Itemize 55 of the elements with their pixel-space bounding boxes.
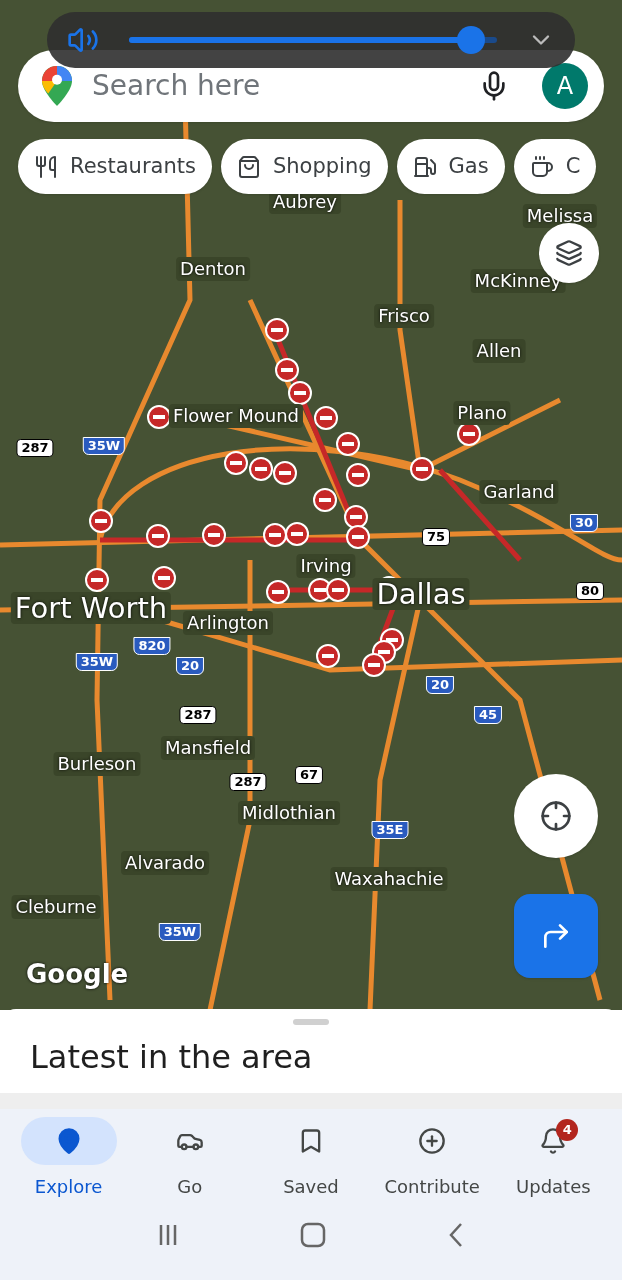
city-label: Denton bbox=[176, 257, 250, 281]
notification-badge: 4 bbox=[556, 1119, 579, 1141]
highway-shield: 45 bbox=[473, 706, 503, 724]
nav-tab[interactable]: Explore bbox=[8, 1117, 129, 1200]
directions-button[interactable] bbox=[514, 894, 598, 978]
city-label: Burleson bbox=[53, 752, 141, 776]
search-field[interactable]: Search here bbox=[92, 65, 478, 107]
city-label: Cleburne bbox=[11, 895, 101, 919]
highway-shield: 30 bbox=[569, 514, 599, 532]
highway-shield: 20 bbox=[425, 676, 455, 694]
city-label: Plano bbox=[453, 401, 511, 425]
highway-shield: 67 bbox=[294, 766, 324, 784]
category-chip[interactable]: Shopping bbox=[220, 139, 388, 194]
map-pin-logo-icon bbox=[42, 66, 72, 106]
city-label: Melissa bbox=[522, 204, 598, 228]
account-avatar[interactable]: A bbox=[542, 63, 588, 109]
highway-shield: 75 bbox=[421, 528, 451, 546]
home-icon[interactable] bbox=[300, 1222, 326, 1248]
city-label: Garland bbox=[479, 480, 559, 504]
city-label: Flower Mound bbox=[168, 404, 304, 428]
city-label: Alvarado bbox=[121, 851, 209, 875]
highway-shield: 35W bbox=[82, 437, 126, 455]
nav-tab[interactable]: Contribute bbox=[372, 1117, 493, 1200]
crosshair-icon bbox=[540, 800, 572, 832]
layers-icon bbox=[555, 239, 583, 267]
shopping-bag-icon bbox=[236, 154, 261, 179]
nav-tab[interactable]: Saved bbox=[250, 1117, 371, 1200]
drag-handle[interactable] bbox=[293, 1019, 329, 1025]
category-chip[interactable]: Restaurants bbox=[18, 139, 212, 194]
highway-shield: 287 bbox=[229, 773, 267, 791]
highway-shield: 820 bbox=[133, 637, 171, 655]
city-label: Dallas bbox=[372, 578, 470, 610]
fork-knife-icon bbox=[34, 154, 58, 179]
nav-tab[interactable]: Go bbox=[129, 1117, 250, 1200]
highway-shield: 80 bbox=[575, 582, 605, 600]
city-label: Fort Worth bbox=[10, 592, 172, 624]
highway-shield: 35W bbox=[75, 653, 119, 671]
plus-circle-icon bbox=[418, 1127, 447, 1155]
nav-tab[interactable]: Updates 4 bbox=[493, 1117, 614, 1200]
city-label: Allen bbox=[472, 339, 526, 363]
city-label: Waxahachie bbox=[330, 867, 448, 891]
highway-shield: 287 bbox=[16, 439, 54, 457]
cup-icon bbox=[529, 154, 554, 179]
city-label: Frisco bbox=[374, 304, 434, 328]
sheet-title: Latest in the area bbox=[30, 1037, 314, 1077]
highway-shield: 35W bbox=[158, 923, 202, 941]
volume-thumb[interactable] bbox=[457, 26, 486, 54]
city-label: Midlothian bbox=[238, 801, 340, 825]
highway-shield: 287 bbox=[179, 706, 217, 724]
fuel-pump-icon bbox=[412, 154, 437, 179]
city-label: Arlington bbox=[183, 611, 273, 635]
city-label: Irving bbox=[296, 554, 356, 578]
highway-shield: 20 bbox=[175, 657, 205, 675]
highway-shield: 35E bbox=[371, 821, 409, 839]
city-label: Mansfield bbox=[160, 736, 256, 760]
